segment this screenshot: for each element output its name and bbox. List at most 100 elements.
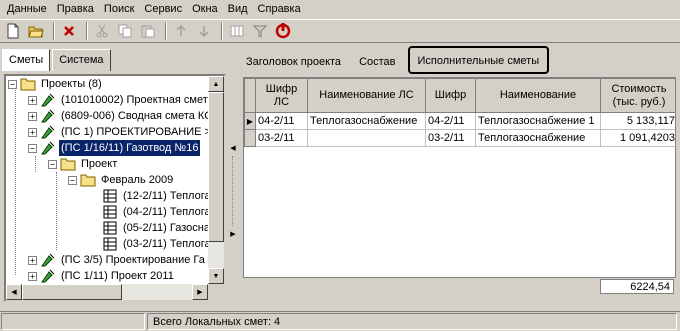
tree-node-root[interactable]: − Проекты (8)	[8, 76, 104, 92]
collapse-icon[interactable]: −	[48, 159, 57, 169]
column-header[interactable]: Шифр ЛС	[255, 78, 308, 113]
tree-node-project-selected[interactable]: − (ПС 1/16/11) Газотвод №16	[28, 140, 201, 156]
expand-icon[interactable]: +	[28, 127, 37, 137]
document-grid-icon	[103, 237, 117, 251]
tab-composition[interactable]: Состав	[353, 50, 401, 74]
refresh-icon[interactable]	[273, 21, 293, 41]
status-bar: Всего Локальных смет: 4	[0, 311, 680, 330]
table-cell[interactable]: Теплогазоснабжение	[307, 112, 426, 130]
estimate-icon	[41, 269, 55, 283]
column-header[interactable]: Шифр	[425, 78, 476, 113]
column-chooser-icon[interactable]	[227, 21, 247, 41]
table-cell[interactable]: 1 091,4203	[600, 129, 675, 147]
table-cell[interactable]: Теплогазоснабжение 1	[475, 112, 601, 130]
table-cell[interactable]	[307, 129, 426, 147]
menu-bar: Данные Правка Поиск Сервис Окна Вид Спра…	[0, 0, 680, 18]
scroll-corner	[208, 284, 224, 300]
folder-icon	[60, 158, 76, 171]
table-cell[interactable]: 03-2/11	[255, 129, 308, 147]
open-folder-icon[interactable]	[26, 21, 46, 41]
tree-node-project[interactable]: + (101010002) Проектная смет	[28, 92, 208, 108]
scroll-down-icon[interactable]: ▼	[208, 268, 224, 284]
table-cell[interactable]: 5 133,117	[600, 112, 675, 130]
splitter-grip[interactable]	[232, 156, 234, 226]
table-cell[interactable]: 04-2/11	[255, 112, 308, 130]
document-grid-icon	[103, 205, 117, 219]
cut-icon[interactable]	[92, 21, 112, 41]
paste-icon[interactable]	[138, 21, 158, 41]
column-header[interactable]: Наименование	[475, 78, 601, 113]
expand-icon[interactable]: +	[28, 95, 37, 105]
filter-icon[interactable]	[250, 21, 270, 41]
tree-node-project[interactable]: + (ПС 1/11) Проект 2011	[28, 268, 176, 284]
estimate-icon	[41, 253, 55, 267]
arrow-down-icon[interactable]	[194, 21, 214, 41]
table-row[interactable]: ▶ 04-2/11 Теплогазоснабжение 04-2/11 Теп…	[244, 112, 675, 130]
toolbar-separator	[53, 22, 55, 40]
copy-icon[interactable]	[115, 21, 135, 41]
collapse-right-icon[interactable]: ▶	[230, 230, 236, 240]
status-text: Всего Локальных смет: 4	[147, 313, 677, 330]
status-panel	[1, 313, 145, 330]
total-value: 6224,54	[600, 279, 674, 294]
grid-footer: 6224,54	[243, 277, 676, 295]
menu-data[interactable]: Данные	[2, 1, 52, 17]
tree-vertical-scrollbar[interactable]: ▲ ▼	[208, 76, 224, 284]
tab-estimates[interactable]: Сметы	[2, 49, 51, 71]
expand-icon[interactable]: +	[28, 111, 37, 121]
scroll-thumb[interactable]	[22, 284, 122, 300]
tree-view: − Проекты (8) + (101010002) Проектная см…	[6, 76, 208, 284]
tree-node-local-estimate[interactable]: (12-2/11) Теплога	[102, 188, 208, 204]
arrow-up-icon[interactable]	[171, 21, 191, 41]
menu-view[interactable]: Вид	[223, 1, 253, 17]
collapse-icon[interactable]: −	[68, 175, 77, 185]
tree-node-project[interactable]: + (ПС 1) ПРОЕКТИРОВАНИЕ >	[28, 124, 208, 140]
tree-node-local-estimate[interactable]: (05-2/11) Газосна	[102, 220, 208, 236]
collapse-icon[interactable]: −	[8, 79, 17, 89]
scroll-thumb[interactable]	[208, 92, 224, 242]
tree-node-local-estimate[interactable]: (04-2/11) Теплога	[102, 204, 208, 220]
menu-search[interactable]: Поиск	[99, 1, 139, 17]
document-grid-icon	[103, 221, 117, 235]
tree-label: (6809-006) Сводная смета КС	[61, 110, 208, 122]
tree-label: Проект	[81, 158, 118, 170]
tree-node-folder[interactable]: − Февраль 2009	[68, 172, 175, 188]
tree-guide	[35, 156, 36, 172]
column-header[interactable]: Наименование ЛС	[307, 78, 426, 113]
tab-system[interactable]: Система	[52, 49, 111, 71]
tree-label: (03-2/11) Теплога	[123, 238, 208, 250]
expand-icon[interactable]: +	[28, 255, 37, 265]
table-cell[interactable]: Теплогазоснабжение	[475, 129, 601, 147]
tree-node-project[interactable]: + (6809-006) Сводная смета КС	[28, 108, 208, 124]
column-header[interactable]: Стоимость (тыс. руб.)	[600, 78, 675, 113]
menu-windows[interactable]: Окна	[187, 1, 223, 17]
tree-horizontal-scrollbar[interactable]: ◀ ▶	[6, 284, 208, 300]
collapse-left-icon[interactable]: ◀	[230, 144, 236, 154]
row-indicator: ▶	[244, 112, 256, 130]
collapse-icon[interactable]: −	[28, 143, 37, 153]
scroll-up-icon[interactable]: ▲	[208, 76, 224, 92]
tab-project-header[interactable]: Заголовок проекта	[240, 50, 347, 74]
table-cell[interactable]: 03-2/11	[425, 129, 476, 147]
left-tabs: Сметы Система	[2, 49, 113, 71]
row-indicator	[244, 129, 256, 147]
tree-guide	[56, 172, 57, 250]
expand-icon[interactable]: +	[28, 271, 37, 281]
panel-splitter[interactable]: ◀ ▶	[229, 46, 237, 308]
table-cell[interactable]: 04-2/11	[425, 112, 476, 130]
menu-service[interactable]: Сервис	[139, 1, 187, 17]
table-row[interactable]: 03-2/11 03-2/11 Теплогазоснабжение 1 091…	[244, 129, 675, 147]
tree-label: (ПС 1/11) Проект 2011	[61, 270, 174, 282]
delete-icon[interactable]	[59, 21, 79, 41]
toolbar-separator	[221, 22, 223, 40]
tree-node-project[interactable]: + (ПС 3/5) Проектирование Га	[28, 252, 207, 268]
menu-edit[interactable]: Правка	[52, 1, 99, 17]
scroll-left-icon[interactable]: ◀	[6, 284, 22, 300]
tree-node-folder[interactable]: − Проект	[48, 156, 119, 172]
tree-node-local-estimate[interactable]: (03-2/11) Теплога	[102, 236, 208, 252]
tab-executive-estimates[interactable]: Исполнительные сметы	[407, 46, 550, 74]
menu-help[interactable]: Справка	[253, 1, 306, 17]
new-document-icon[interactable]	[3, 21, 23, 41]
tree-label: (101010002) Проектная смет	[61, 94, 208, 106]
scroll-right-icon[interactable]: ▶	[192, 284, 208, 300]
